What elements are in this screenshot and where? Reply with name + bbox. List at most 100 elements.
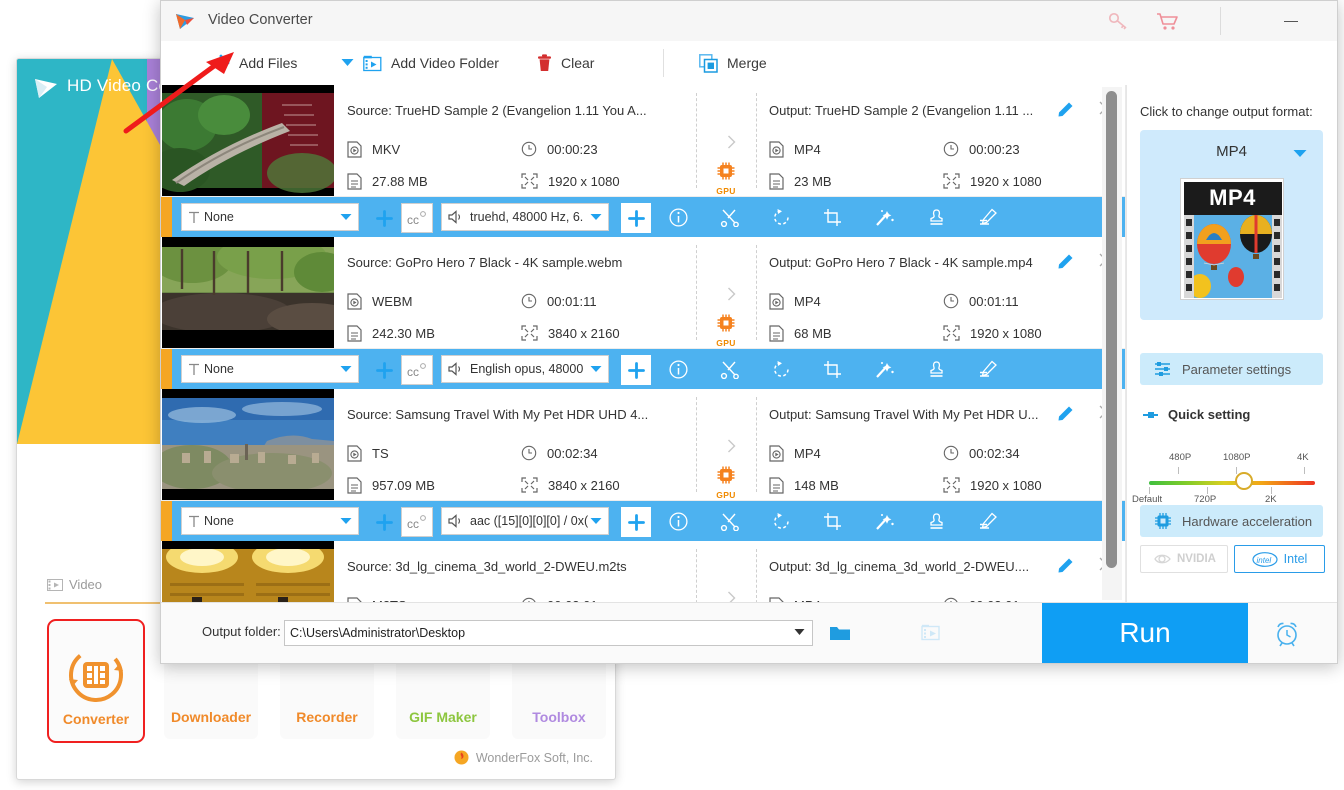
clock-icon: [521, 293, 537, 309]
crop-icon[interactable]: [823, 208, 842, 227]
list-scrollbar-thumb[interactable]: [1106, 91, 1117, 568]
chevron-down-icon[interactable]: [341, 58, 354, 67]
scissors-trim-icon[interactable]: [720, 360, 740, 379]
add-subtitle-button[interactable]: [369, 203, 399, 233]
video-row[interactable]: Source: GoPro Hero 7 Black - 4K sample.w…: [161, 237, 1125, 349]
mode-button-converter[interactable]: Converter: [47, 619, 145, 743]
footer: WonderFox Soft, Inc.: [454, 750, 593, 765]
add-audio-button[interactable]: [621, 203, 651, 233]
output-format-card[interactable]: MP4 MP4: [1140, 130, 1323, 320]
folder-video-icon: [363, 55, 382, 71]
info-icon[interactable]: [669, 207, 688, 227]
resize-icon: [521, 477, 538, 493]
folder-video-open-icon[interactable]: [921, 624, 943, 642]
value: WEBM: [372, 294, 413, 309]
hardware-acceleration-button[interactable]: Hardware acceleration: [1140, 505, 1323, 537]
watermark-stamp-icon[interactable]: [927, 208, 946, 227]
effects-wand-icon[interactable]: [874, 512, 895, 531]
crop-icon[interactable]: [823, 360, 842, 379]
quick-setting-icon: [1143, 411, 1158, 418]
document-icon: [769, 325, 784, 342]
gpu-option-nvidia[interactable]: NVIDIA: [1140, 545, 1228, 573]
video-list[interactable]: Source: TrueHD Sample 2 (Evangelion 1.11…: [161, 85, 1126, 602]
watermark-stamp-icon[interactable]: [927, 360, 946, 379]
effects-wand-icon[interactable]: [874, 208, 895, 227]
add-subtitle-button[interactable]: [369, 507, 399, 537]
accent-bar: [161, 501, 172, 541]
close-button[interactable]: [1326, 9, 1337, 33]
slider-knob[interactable]: [1235, 472, 1253, 490]
subtitle-select[interactable]: None: [181, 203, 359, 231]
titlebar-divider: [1220, 7, 1221, 35]
scissors-trim-icon[interactable]: [720, 512, 740, 531]
add-subtitle-button[interactable]: [369, 355, 399, 385]
subtitle-edit-icon[interactable]: [978, 208, 998, 227]
subtitle-select[interactable]: None: [181, 355, 359, 383]
pencil-icon[interactable]: [1057, 405, 1074, 422]
output-resolution: 1920 x 1080: [943, 173, 1042, 189]
subtitle-edit-icon[interactable]: [978, 360, 998, 379]
audio-select[interactable]: aac ([15][0][0][0] / 0x(: [441, 507, 609, 535]
crop-icon[interactable]: [823, 512, 842, 531]
chevron-down-icon: [340, 214, 352, 220]
video-thumbnail[interactable]: [162, 237, 334, 348]
divider: [756, 93, 757, 188]
slider-top-label: 480P: [1169, 452, 1192, 463]
rotate-icon[interactable]: [772, 208, 791, 227]
chevron-down-icon[interactable]: [1293, 149, 1307, 158]
alarm-clock-icon[interactable]: [1273, 619, 1301, 647]
watermark-stamp-icon[interactable]: [927, 512, 946, 531]
value: 957.09 MB: [372, 478, 435, 493]
info-icon[interactable]: [669, 359, 688, 379]
value: 00:01:11: [969, 293, 1019, 309]
parameter-settings-button[interactable]: Parameter settings: [1140, 353, 1323, 385]
rotate-icon[interactable]: [772, 360, 791, 379]
add-audio-button[interactable]: [621, 507, 651, 537]
video-row[interactable]: Source: TrueHD Sample 2 (Evangelion 1.11…: [161, 85, 1125, 197]
output-folder-input[interactable]: C:\Users\Administrator\Desktop: [284, 620, 813, 646]
video-row[interactable]: Source: Samsung Travel With My Pet HDR U…: [161, 389, 1125, 501]
audio-select[interactable]: English opus, 48000: [441, 355, 609, 383]
info-icon[interactable]: [669, 511, 688, 531]
pencil-icon[interactable]: [1057, 253, 1074, 270]
subtitle-edit-icon[interactable]: [978, 512, 998, 531]
subtitle-select[interactable]: None: [181, 507, 359, 535]
pencil-icon[interactable]: [1057, 101, 1074, 118]
merge-squares-icon: [699, 53, 718, 73]
closed-caption-button[interactable]: cc: [401, 203, 433, 233]
video-row[interactable]: Source: 3d_lg_cinema_3d_world_2-DWEU.m2t…: [161, 541, 1125, 602]
slider-tick: [1149, 487, 1150, 494]
gpu-option-intel[interactable]: intel Intel: [1234, 545, 1325, 573]
cart-icon[interactable]: [1156, 11, 1180, 31]
audio-select[interactable]: truehd, 48000 Hz, 6.: [441, 203, 609, 231]
divider: [696, 549, 697, 602]
minimize-button[interactable]: [1271, 9, 1311, 33]
add-video-folder-button[interactable]: Add Video Folder: [363, 41, 499, 85]
key-icon[interactable]: [1108, 11, 1130, 31]
effects-wand-icon[interactable]: [874, 360, 895, 379]
video-thumbnail[interactable]: [162, 389, 334, 500]
add-files-button[interactable]: Add Files: [212, 41, 297, 85]
pencil-icon[interactable]: [1057, 557, 1074, 574]
video-thumbnail[interactable]: [162, 541, 334, 602]
clear-button[interactable]: Clear: [537, 41, 594, 85]
audio-value: aac ([15][0][0][0] / 0x(: [470, 514, 589, 528]
scissors-trim-icon[interactable]: [720, 208, 740, 227]
divider: [756, 245, 757, 340]
toolbar: Add Files Add Video Folder Clear Merge: [161, 41, 1337, 86]
merge-button[interactable]: Merge: [699, 41, 767, 85]
rotate-icon[interactable]: [772, 512, 791, 531]
chevron-down-icon[interactable]: [794, 628, 805, 636]
slider-track[interactable]: [1149, 481, 1315, 485]
output-format: MP4: [769, 293, 821, 310]
folder-open-icon[interactable]: [829, 624, 851, 642]
value: MP4: [794, 294, 821, 309]
closed-caption-button[interactable]: cc: [401, 355, 433, 385]
closed-caption-button[interactable]: cc: [401, 507, 433, 537]
add-audio-button[interactable]: [621, 355, 651, 385]
value: 27.88 MB: [372, 174, 428, 189]
video-thumbnail[interactable]: [162, 85, 334, 196]
output-folder-label: Output folder:: [202, 624, 281, 639]
svg-text:cc: cc: [407, 517, 419, 531]
run-button[interactable]: Run: [1042, 603, 1248, 663]
